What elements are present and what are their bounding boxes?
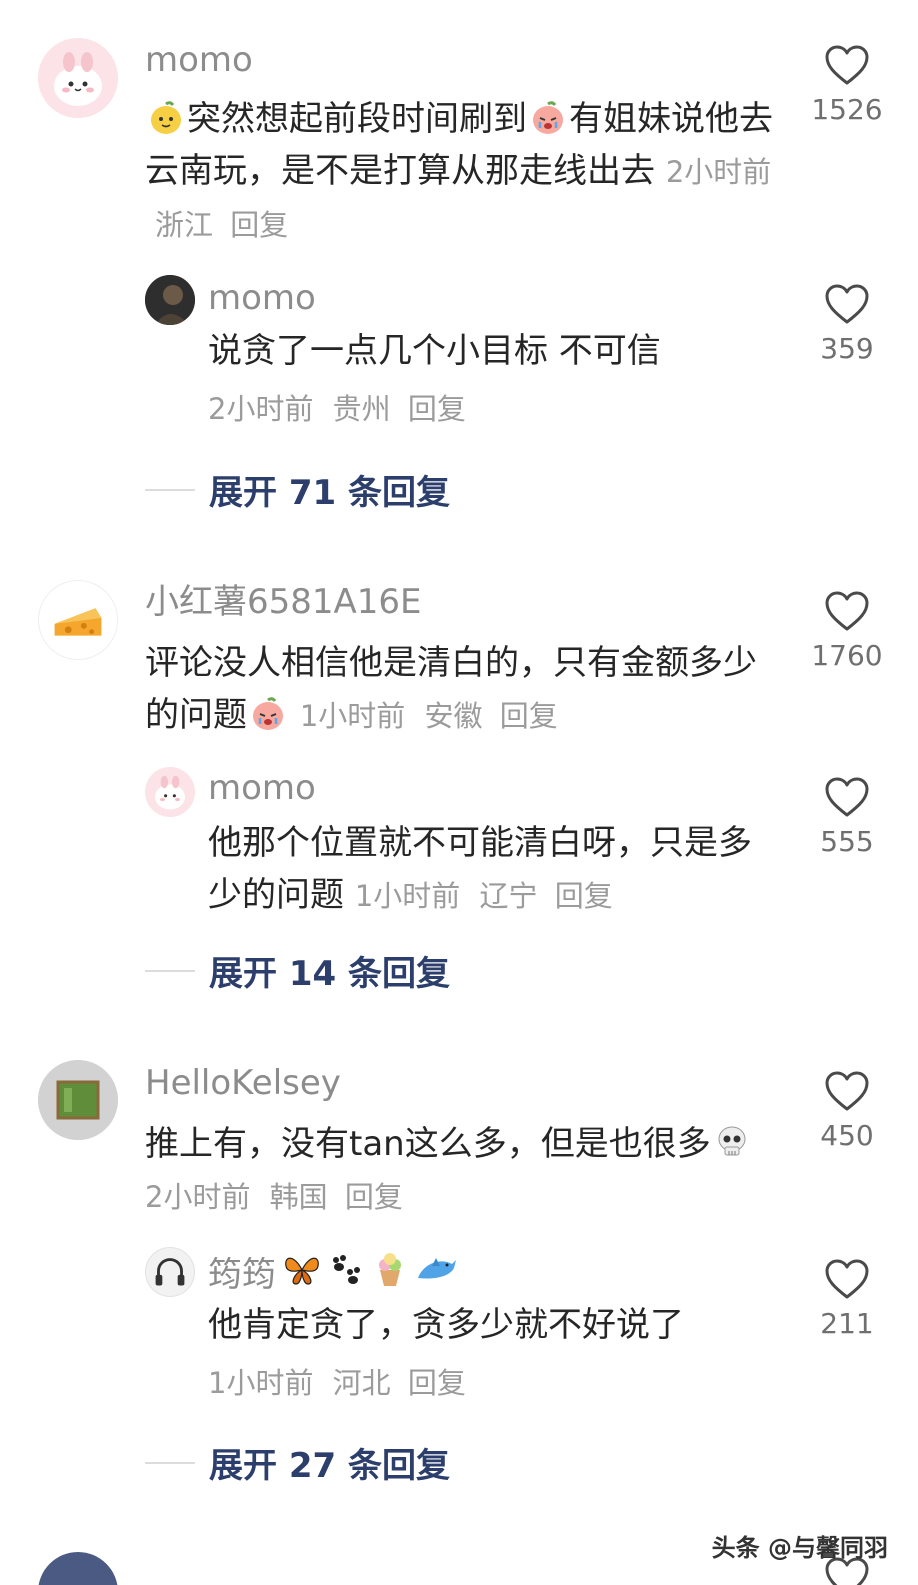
comment-location: 韩国 (269, 1180, 328, 1214)
expand-replies-button[interactable]: 展开 14 条回复 (145, 946, 450, 995)
like-count: 450 (820, 1119, 874, 1152)
reply-time: 1小时前 (354, 879, 461, 913)
expand-replies-button[interactable]: 展开 71 条回复 (145, 465, 450, 514)
like-button[interactable]: 1526 (802, 44, 892, 126)
reply-text: 他那个位置就不可能清白呀，只是多少的问题 1小时前 辽宁 回复 (208, 823, 752, 915)
comment-location: 安徽 (424, 699, 483, 733)
next-comment-avatar[interactable] (38, 1552, 118, 1585)
like-button[interactable]: 359 (802, 283, 892, 365)
ice-cream-emoji-icon (370, 1250, 410, 1299)
pear-emoji-icon (147, 98, 185, 136)
reply-button[interactable]: 回复 (500, 699, 558, 733)
heart-icon (825, 1259, 869, 1299)
like-button[interactable]: 450 (802, 1070, 892, 1152)
comment-text: 评论没人相信他是清白的，只有金额多少的问题 1小时前 安徽 回复 (145, 643, 757, 735)
reply-button[interactable]: 回复 (408, 392, 466, 426)
reply-username[interactable]: momo (208, 278, 316, 318)
reply-button[interactable]: 回复 (230, 208, 288, 242)
reply-meta: 1小时前 河北 回复 (208, 1357, 466, 1409)
reply-text: 他肯定贪了，贪多少就不好说了 (208, 1305, 684, 1345)
reply-time: 1小时前 (208, 1366, 314, 1400)
like-count: 1526 (811, 93, 883, 126)
dark-photo-avatar[interactable] (145, 275, 195, 325)
headphones-avatar[interactable] (145, 1247, 195, 1297)
like-button[interactable]: 211 (802, 1258, 892, 1340)
reply-username-row: 筠筠 (208, 1250, 458, 1299)
comment-text: 突然想起前段时间刷到 有姐妹说他去云南玩，是不是打算从那走线出去 2小时前 浙江… (145, 98, 773, 242)
divider (145, 969, 195, 972)
watermark: 头条 @与馨同羽 (711, 1534, 888, 1562)
reply-text: 说贪了一点几个小目标 不可信 (208, 331, 661, 371)
crying-peach-emoji-icon (249, 694, 287, 732)
like-button[interactable]: 1760 (802, 590, 892, 672)
like-count: 359 (820, 332, 874, 365)
comment-time: 1小时前 (299, 699, 406, 733)
pink-bunny-avatar[interactable] (38, 38, 118, 118)
comment-username[interactable]: momo (145, 40, 253, 80)
like-count: 1760 (811, 639, 883, 672)
skull-emoji-icon (713, 1123, 751, 1161)
comment-feed: momo 突然想起前段时间刷到 有姐妹说他去云南玩，是不是打算从那走线出去 2小… (0, 0, 918, 1585)
comment-text: 推上有，没有tan这么多，但是也很多 2小时前 韩国 回复 (145, 1118, 765, 1223)
heart-icon (825, 777, 869, 817)
reply-username[interactable]: 筠筠 (208, 1255, 276, 1295)
divider (145, 1461, 195, 1464)
like-button[interactable]: 555 (802, 776, 892, 858)
green-frame-avatar[interactable] (38, 1060, 118, 1140)
reply-username[interactable]: momo (208, 768, 316, 808)
reply-button[interactable]: 回复 (345, 1180, 403, 1214)
reply-location: 贵州 (332, 392, 391, 426)
reply-meta: 1小时前 辽宁 回复 (355, 879, 613, 913)
reply-button[interactable]: 回复 (555, 879, 613, 913)
reply-meta: 2小时前 贵州 回复 (208, 383, 466, 435)
comment-location: 浙江 (155, 208, 214, 242)
crying-peach-emoji-icon (529, 98, 567, 136)
reply-location: 辽宁 (479, 879, 538, 913)
butterfly-emoji-icon (282, 1252, 322, 1297)
heart-icon (825, 1071, 869, 1111)
comment-time: 2小时前 (665, 155, 772, 189)
reply-location: 河北 (332, 1366, 391, 1400)
comment-meta: 1小时前 安徽 回复 (300, 699, 558, 733)
comment-username[interactable]: HelloKelsey (145, 1063, 341, 1103)
divider (145, 488, 195, 491)
like-count: 211 (820, 1307, 874, 1340)
heart-icon (825, 45, 869, 85)
cheese-avatar[interactable] (38, 580, 118, 660)
paw-prints-emoji-icon (326, 1252, 366, 1297)
comment-username[interactable]: 小红薯6581A16E (145, 582, 422, 622)
reply-time: 2小时前 (208, 392, 314, 426)
pink-bunny-avatar[interactable] (145, 767, 195, 817)
heart-icon (825, 284, 869, 324)
expand-replies-button[interactable]: 展开 27 条回复 (145, 1438, 450, 1487)
reply-button[interactable]: 回复 (408, 1366, 466, 1400)
dolphin-emoji-icon (414, 1252, 458, 1297)
heart-icon (825, 591, 869, 631)
like-count: 555 (820, 825, 874, 858)
comment-meta: 2小时前 韩国 回复 (145, 1180, 403, 1214)
comment-time: 2小时前 (145, 1180, 251, 1214)
